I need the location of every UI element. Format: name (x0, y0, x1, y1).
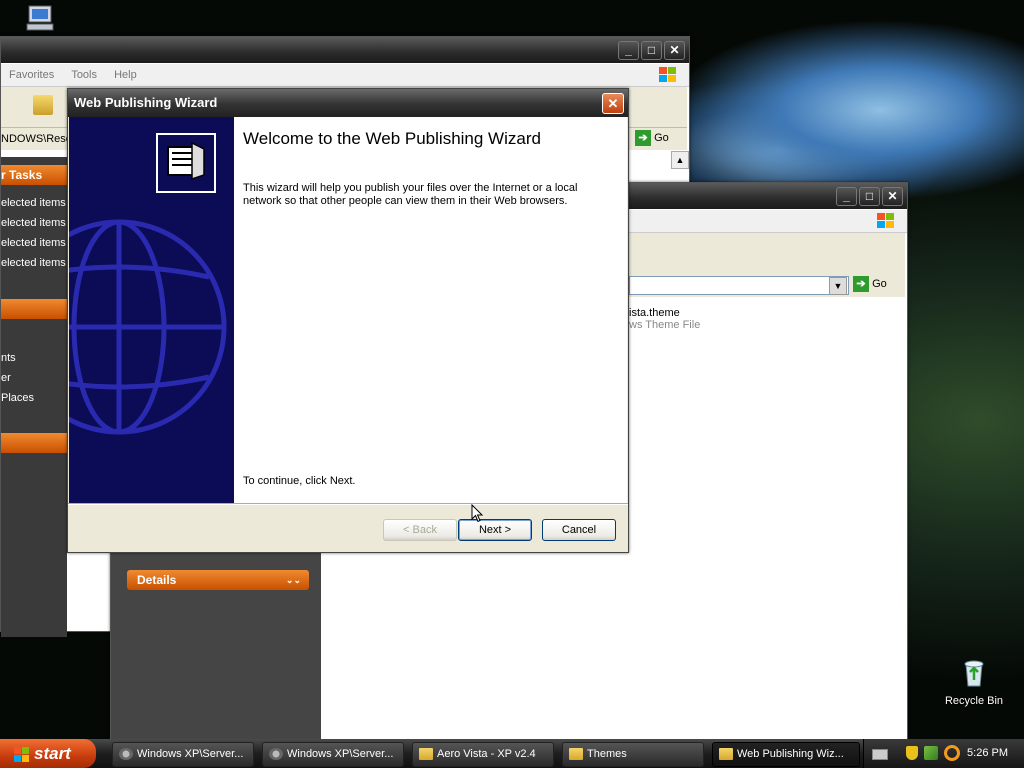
minimize-button[interactable]: _ (618, 41, 639, 60)
taskbar-item-windows-xp-server-2[interactable]: Windows XP\Server... (262, 742, 404, 767)
go-label: Go (872, 278, 887, 290)
recycle-bin-icon (964, 660, 984, 687)
wizard-content: Welcome to the Web Publishing Wizard Thi… (234, 117, 627, 503)
close-button[interactable]: ✕ (882, 187, 903, 206)
place-link-1[interactable]: nts (1, 352, 16, 364)
my-computer-icon (26, 5, 54, 31)
settings-icon (119, 748, 133, 761)
go-button[interactable]: ➔ Go (853, 276, 897, 294)
go-arrow-icon: ➔ (635, 130, 651, 146)
windows-flag-icon (877, 213, 895, 229)
wizard-continue-text: To continue, click Next. (243, 475, 356, 487)
web-publishing-wizard-dialog: Web Publishing Wizard ✕ Welcome to the W… (67, 88, 629, 553)
menu-tools[interactable]: Tools (71, 64, 97, 86)
up-folder-icon[interactable] (33, 95, 53, 115)
taskbar-item-label: Windows XP\Server... (137, 748, 244, 760)
wizard-separator (68, 503, 628, 505)
explorer-back-menubar: Favorites Tools Help (1, 64, 689, 87)
file-item[interactable]: ista.theme ws Theme File (629, 307, 700, 331)
windows-logo-icon (14, 746, 30, 763)
taskbar-item-label: Aero Vista - XP v2.4 (437, 748, 536, 760)
taskbar-item-label: Themes (587, 748, 627, 760)
other-places-header[interactable] (1, 299, 67, 319)
details-header[interactable]: Details ⌄⌄ (127, 570, 309, 590)
start-button[interactable]: start (0, 739, 96, 768)
explorer-back-titlebar[interactable]: _ □ ✕ (1, 37, 689, 63)
taskbar-item-web-publishing-wizard[interactable]: Web Publishing Wiz... (712, 742, 860, 767)
folder-icon (419, 748, 433, 761)
network-icon[interactable] (924, 746, 938, 760)
chevron-down-icon: ⌄⌄ (285, 575, 301, 585)
cancel-button[interactable]: Cancel (542, 519, 616, 541)
maximize-button[interactable]: □ (641, 41, 662, 60)
menu-help[interactable]: Help (114, 64, 137, 86)
search-icon[interactable] (944, 745, 960, 761)
tasks-header[interactable]: r Tasks (1, 165, 67, 185)
place-link-2[interactable]: er (1, 372, 11, 384)
address-dropdown-button[interactable]: ▼ (829, 277, 847, 295)
wizard-title: Web Publishing Wizard (74, 95, 218, 110)
taskbar-item-label: Web Publishing Wiz... (737, 748, 844, 760)
clock[interactable]: 5:26 PM (967, 739, 1008, 768)
wizard-heading: Welcome to the Web Publishing Wizard (243, 129, 541, 148)
back-button[interactable]: < Back (383, 519, 457, 541)
task-link-2[interactable]: elected items (1, 217, 66, 229)
system-tray: 5:26 PM (863, 739, 1024, 768)
task-link-4[interactable]: elected items (1, 257, 66, 269)
wizard-body-text: This wizard will help you publish your f… (243, 182, 578, 207)
explorer-back-taskpane: r Tasks elected items elected items elec… (1, 157, 67, 637)
next-button[interactable]: Next > (458, 519, 532, 541)
folder-icon (719, 748, 733, 761)
taskbar: start Windows XP\Server... Windows XP\Se… (0, 739, 1024, 768)
file-name: ista.theme (629, 307, 680, 319)
taskbar-item-themes[interactable]: Themes (562, 742, 704, 767)
go-label: Go (654, 132, 669, 144)
settings-icon (269, 748, 283, 761)
menu-favorites[interactable]: Favorites (9, 64, 54, 86)
minimize-button[interactable]: _ (836, 187, 857, 206)
mouse-cursor-icon (471, 504, 484, 523)
maximize-button[interactable]: □ (859, 187, 880, 206)
file-type: ws Theme File (629, 319, 701, 331)
windows-flag-icon (659, 67, 677, 83)
wizard-banner (69, 117, 234, 503)
scroll-up-arrow[interactable]: ▲ (671, 151, 689, 169)
go-arrow-icon: ➔ (853, 276, 869, 292)
folder-icon (569, 748, 583, 761)
task-link-1[interactable]: elected items (1, 197, 66, 209)
go-button[interactable]: ➔ Go (635, 130, 675, 148)
close-button[interactable]: ✕ (602, 93, 624, 114)
place-link-3[interactable]: Places (1, 392, 34, 404)
taskbar-item-windows-xp-server-1[interactable]: Windows XP\Server... (112, 742, 254, 767)
start-label: start (34, 744, 71, 763)
address-input[interactable] (629, 276, 849, 295)
taskbar-item-aero-vista[interactable]: Aero Vista - XP v2.4 (412, 742, 554, 767)
details-header-back[interactable] (1, 433, 67, 453)
wizard-titlebar[interactable]: Web Publishing Wizard ✕ (68, 89, 628, 117)
recycle-bin-desktop-icon[interactable]: Recycle Bin (940, 656, 1008, 707)
recycle-bin-label: Recycle Bin (944, 695, 1004, 707)
keyboard-icon[interactable] (872, 749, 888, 760)
shield-icon[interactable] (906, 746, 918, 760)
close-button[interactable]: ✕ (664, 41, 685, 60)
taskbar-item-label: Windows XP\Server... (287, 748, 394, 760)
task-link-3[interactable]: elected items (1, 237, 66, 249)
publish-icon (156, 133, 216, 193)
